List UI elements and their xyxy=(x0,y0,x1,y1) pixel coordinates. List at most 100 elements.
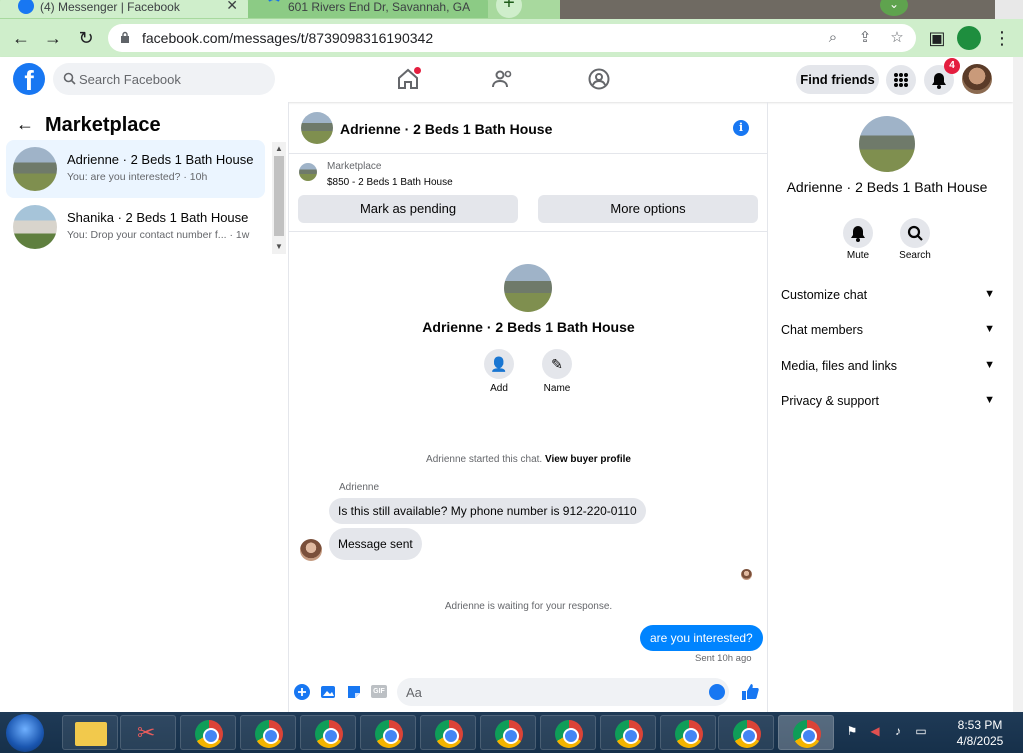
action-center-flag-icon[interactable]: ⚑ xyxy=(845,724,859,738)
system-clock[interactable]: 8:53 PM 4/8/2025 xyxy=(940,717,1020,749)
taskbar-chrome-6[interactable] xyxy=(480,715,536,750)
list-scrollbar[interactable]: ▲ ▼ xyxy=(272,142,286,254)
taskbar-chrome-4[interactable] xyxy=(360,715,416,750)
incoming-message[interactable]: Is this still available? My phone number… xyxy=(329,498,646,524)
panel-title: Marketplace xyxy=(45,114,161,136)
sent-status: Sent 10h ago xyxy=(695,653,752,664)
facebook-logo-icon[interactable]: f xyxy=(13,63,45,95)
taskbar-chrome-7[interactable] xyxy=(540,715,596,750)
name-label: Name xyxy=(543,383,571,394)
taskbar-chrome-active[interactable] xyxy=(778,715,834,750)
taskbar-chrome-10[interactable] xyxy=(718,715,774,750)
info-icon[interactable]: i xyxy=(733,120,749,136)
back-arrow-icon[interactable]: ← xyxy=(10,28,32,50)
reload-icon[interactable]: ↻ xyxy=(75,28,97,50)
section-customize-chat[interactable]: Customize chat ▼ xyxy=(781,288,995,302)
page-scrollbar[interactable] xyxy=(1013,57,1023,712)
listing-thumbnail[interactable] xyxy=(299,163,317,181)
taskbar-chrome-1[interactable] xyxy=(180,715,236,750)
mute-bell-icon[interactable] xyxy=(843,218,873,248)
windows-taskbar: ✂ ⚑ ◀ ♪ ▭ 8:53 PM 4/8/2025 xyxy=(0,712,1023,753)
thumbs-up-icon[interactable] xyxy=(740,682,760,702)
taskbar-chrome-9[interactable] xyxy=(660,715,716,750)
zoom-icon[interactable]: ⌕ xyxy=(824,29,842,47)
add-person-icon[interactable]: 👤 xyxy=(484,349,514,379)
conversation-item-adrienne[interactable]: Adrienne · 2 Beds 1 Bath House You: are … xyxy=(6,140,265,198)
url-text: facebook.com/messages/t/8739098316190342 xyxy=(142,30,434,46)
clock-time: 8:53 PM xyxy=(957,718,1003,732)
find-friends-button[interactable]: Find friends xyxy=(796,65,879,94)
section-privacy-support[interactable]: Privacy & support ▼ xyxy=(781,394,995,408)
menu-dots-icon[interactable]: ⋮ xyxy=(991,28,1013,50)
section-chat-members[interactable]: Chat members ▼ xyxy=(781,323,995,337)
chrome-icon xyxy=(733,720,761,748)
chat-thumbnail[interactable] xyxy=(301,112,333,144)
more-options-button[interactable]: More options xyxy=(538,195,758,223)
sender-avatar[interactable] xyxy=(300,539,322,561)
chat-title[interactable]: Adrienne · 2 Beds 1 Bath House xyxy=(340,121,552,137)
bookmark-star-icon[interactable]: ☆ xyxy=(888,29,906,47)
mute-label: Mute xyxy=(846,250,870,261)
folder-icon xyxy=(75,722,107,746)
groups-icon[interactable] xyxy=(587,67,611,91)
profile-icon[interactable] xyxy=(957,26,981,50)
scroll-down-icon[interactable]: ▼ xyxy=(275,242,283,251)
new-tab-button[interactable]: + xyxy=(496,0,522,18)
taskbar-chrome-3[interactable] xyxy=(300,715,356,750)
conversation-item-shanika[interactable]: Shanika · 2 Beds 1 Bath House You: Drop … xyxy=(6,198,265,256)
share-icon[interactable]: ⇪ xyxy=(856,29,874,47)
tab-messenger[interactable]: (4) Messenger | Facebook ✕ xyxy=(0,0,248,18)
chrome-icon xyxy=(495,720,523,748)
browser-tab-bar: (4) Messenger | Facebook ✕ 601 Rivers En… xyxy=(0,0,1023,19)
menu-grid-icon[interactable] xyxy=(886,65,916,95)
tab-title: (4) Messenger | Facebook xyxy=(40,0,180,14)
account-avatar[interactable] xyxy=(962,64,992,94)
marketplace-bar: Marketplace $850 - 2 Beds 1 Bath House M… xyxy=(289,154,768,232)
incoming-message[interactable]: Message sent xyxy=(329,528,422,560)
chrome-icon xyxy=(675,720,703,748)
message-input[interactable]: Aa xyxy=(397,678,729,706)
chat-info-thumbnail xyxy=(859,116,915,172)
speaker-muted-icon[interactable]: ◀ xyxy=(868,724,882,738)
forward-arrow-icon[interactable]: → xyxy=(42,28,64,50)
edit-name-icon[interactable]: ✎ xyxy=(542,349,572,379)
taskbar-chrome-8[interactable] xyxy=(600,715,656,750)
emoji-icon[interactable] xyxy=(709,684,725,700)
listing-price[interactable]: $850 - 2 Beds 1 Bath House xyxy=(327,177,453,188)
mark-pending-button[interactable]: Mark as pending xyxy=(298,195,518,223)
scroll-up-icon[interactable]: ▲ xyxy=(275,144,283,153)
start-button-icon[interactable] xyxy=(6,714,44,752)
tab-rivers-end[interactable]: 601 Rivers End Dr, Savannah, GA xyxy=(248,0,488,18)
chevron-down-icon: ▼ xyxy=(984,359,995,371)
window-control-button[interactable] xyxy=(995,0,1023,19)
chat-info-panel: Adrienne · 2 Beds 1 Bath House Mute Sear… xyxy=(768,102,1013,712)
photo-icon[interactable] xyxy=(320,684,336,700)
side-panel-icon[interactable]: ▣ xyxy=(926,28,948,50)
scroll-thumb[interactable] xyxy=(274,156,284,236)
search-icon[interactable] xyxy=(900,218,930,248)
facebook-tab-icon xyxy=(18,0,34,14)
chat-header: Adrienne · 2 Beds 1 Bath House i xyxy=(289,102,768,154)
section-media-files-links[interactable]: Media, files and links ▼ xyxy=(781,359,995,373)
taskbar-chrome-5[interactable] xyxy=(420,715,476,750)
gif-icon[interactable]: GIF xyxy=(371,685,387,698)
chat-info-title: Adrienne · 2 Beds 1 Bath House xyxy=(786,179,988,195)
taskbar-chrome-2[interactable] xyxy=(240,715,296,750)
friends-icon[interactable] xyxy=(491,67,515,91)
taskbar-snipping-tool[interactable]: ✂ xyxy=(120,715,176,750)
omnibox[interactable]: facebook.com/messages/t/8739098316190342… xyxy=(108,24,916,52)
sticker-icon[interactable] xyxy=(346,684,362,700)
outgoing-message[interactable]: are you interested? xyxy=(640,625,763,651)
search-label: Search xyxy=(899,250,931,261)
search-input[interactable]: Search Facebook xyxy=(53,63,275,95)
plus-circle-icon[interactable] xyxy=(294,684,310,700)
network-icon[interactable]: ▭ xyxy=(914,724,928,738)
taskbar-file-explorer[interactable] xyxy=(62,715,118,750)
chrome-icon xyxy=(255,720,283,748)
back-arrow-icon[interactable]: ← xyxy=(16,114,34,135)
volume-icon[interactable]: ♪ xyxy=(891,724,905,738)
view-buyer-profile-link[interactable]: View buyer profile xyxy=(545,454,631,465)
chrome-icon xyxy=(615,720,643,748)
close-icon[interactable]: ✕ xyxy=(226,0,238,14)
facebook-header: f Search Facebook Find friends 4 xyxy=(0,57,1013,102)
